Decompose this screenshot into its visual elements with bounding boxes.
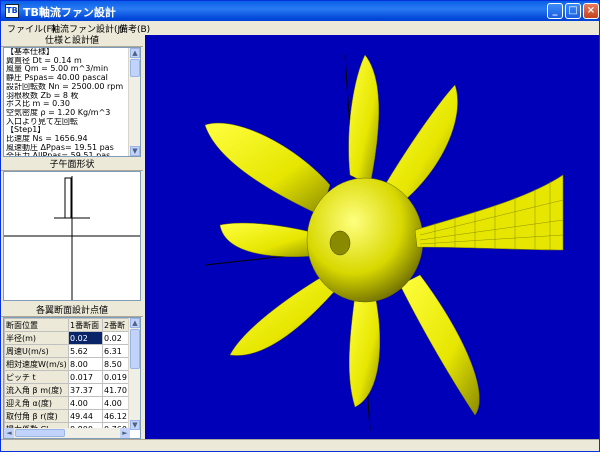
scroll-thumb[interactable] [15,429,65,437]
fan-3d-viewport[interactable] [145,35,599,439]
title-bar[interactable]: TB TB軸流ファン設計 _ □ × [1,1,599,21]
meridian-drawing [4,176,140,300]
table-cell[interactable]: 46.12 [102,409,129,423]
minimize-button[interactable]: _ [547,3,563,19]
section-table-box[interactable]: 断面位置 1番断面 2番断 半径(m) 0.02 0.02 周速U(m/s) 5… [3,317,141,439]
spec-line: 入口より見て左回転 [6,117,78,126]
spec-line: 翼直径 Dt = 0.14 m [6,56,82,65]
scroll-down-icon[interactable]: ▼ [130,420,140,430]
scroll-down-icon[interactable]: ▼ [130,146,140,156]
spec-line: 全圧力 AllPpas= 59.51 pas [6,152,111,157]
maximize-button[interactable]: □ [565,3,581,19]
meridian-blade-outline [64,177,72,219]
row-label: 周速U(m/s) [4,344,69,358]
table-cell[interactable]: 37.37 [68,383,103,397]
section-table: 断面位置 1番断面 2番断 半径(m) 0.02 0.02 周速U(m/s) 5… [4,318,129,436]
column-header: 断面位置 [4,318,69,332]
table-cell[interactable]: 0.02 [102,331,129,345]
wireframe-blade [414,174,564,251]
fan-blade [229,274,341,356]
fan-blade [399,274,480,416]
menu-notes[interactable]: 備考(B) [119,22,150,35]
scroll-right-icon[interactable]: ► [120,428,130,438]
table-cell[interactable]: 4.00 [102,396,129,410]
column-header: 2番断 [102,318,129,332]
table-row: 迎え角 α(度) 4.00 4.00 [4,396,129,410]
row-label: 迎え角 α(度) [4,396,69,410]
scroll-left-icon[interactable]: ◄ [4,428,14,438]
spec-line: ボス比 m = 0.30 [6,100,70,109]
row-label: 相対速度W(m/s) [4,357,69,371]
spec-scrollbar[interactable]: ▲ ▼ [128,48,140,156]
table-row: 周速U(m/s) 5.62 6.31 [4,344,129,358]
table-cell[interactable]: 0.02 [68,331,103,345]
table-cell[interactable]: 0.019 [102,370,129,384]
spec-line: 風量 Qm = 5.00 m^3/min [6,65,109,74]
table-cell[interactable]: 4.00 [68,396,103,410]
table-row: 半径(m) 0.02 0.02 [4,331,129,345]
hub-center-cap [329,230,351,256]
spec-line: 羽根枚数 Zb = 8 枚 [6,91,79,100]
meridian-panel-header: 子午面形状 [1,159,143,171]
spec-line: 設計回転数 Nn = 2500.00 rpm [6,82,124,91]
close-button[interactable]: × [583,3,599,19]
spec-textbox[interactable]: 【基本仕様】 翼直径 Dt = 0.14 m 風量 Qm = 5.00 m^3/mi… [3,47,141,157]
column-header: 1番断面 [68,318,103,332]
menu-file[interactable]: ファイル(F) [7,22,55,35]
table-cell[interactable]: 0.017 [68,370,103,384]
spec-lines: 【基本仕様】 翼直径 Dt = 0.14 m 風量 Qm = 5.00 m^3/mi… [6,48,128,157]
spec-line: 比速度 Ns = 1656.94 [6,135,88,144]
app-icon: TB [5,4,19,18]
table-cell[interactable]: 8.00 [68,357,103,371]
spec-line: 空気密度 ρ = 1.20 Kg/m^3 [6,108,111,117]
table-cell[interactable]: 8.50 [102,357,129,371]
scroll-thumb[interactable] [130,59,140,77]
spec-line: 【Step1】 [6,126,46,135]
scroll-up-icon[interactable]: ▲ [130,318,140,328]
table-cell[interactable]: 6.31 [102,344,129,358]
fan-hub [306,177,424,303]
row-label: 半径(m) [4,331,69,345]
fan-3d-render [204,54,564,431]
fan-blade [384,84,458,201]
table-cell[interactable]: 49.44 [68,409,103,423]
table-row: 流入角 β m(度) 37.37 41.70 [4,383,129,397]
spec-line: 【基本仕様】 [6,48,54,56]
table-row: 取付角 β r(度) 49.44 46.12 [4,409,129,423]
main-window: TB TB軸流ファン設計 _ □ × ファイル(F) 軸流ファン設計(J) 備考… [0,0,600,452]
spec-line: 静圧 Pspas= 40.00 pascal [6,74,108,83]
spec-line: 風速動圧 ΔPpas= 19.51 pas [6,143,114,152]
scroll-up-icon[interactable]: ▲ [130,48,140,58]
table-header-row: 断面位置 1番断面 2番断 [4,318,129,332]
section-panel-header: 各翼断面設計点値 [1,305,143,317]
fan-blade [349,294,381,408]
status-bar [1,439,599,451]
window-title: TB軸流ファン設計 [23,6,116,19]
table-vscrollbar[interactable]: ▲ ▼ [128,318,140,430]
table-row: 相対速度W(m/s) 8.00 8.50 [4,357,129,371]
menu-bar: ファイル(F) 軸流ファン設計(J) 備考(B) [1,21,599,35]
table-hscrollbar[interactable]: ◄ ► [4,428,130,438]
table-cell[interactable]: 41.70 [102,383,129,397]
menu-axial-fan-design[interactable]: 軸流ファン設計(J) [51,22,124,35]
row-label: 取付角 β r(度) [4,409,69,423]
table-cell[interactable]: 5.62 [68,344,103,358]
scroll-thumb[interactable] [130,329,140,369]
row-label: 流入角 β m(度) [4,383,69,397]
meridian-view [3,171,141,301]
row-label: ピッチ t [4,370,69,384]
table-row: ピッチ t 0.017 0.019 [4,370,129,384]
fan-blade [204,122,331,216]
left-pane: 仕様と設計値 【基本仕様】 翼直径 Dt = 0.14 m 風量 Qm = 5.00… [1,35,143,439]
spec-panel-header: 仕様と設計値 [1,35,143,47]
fan-blade [348,54,379,186]
